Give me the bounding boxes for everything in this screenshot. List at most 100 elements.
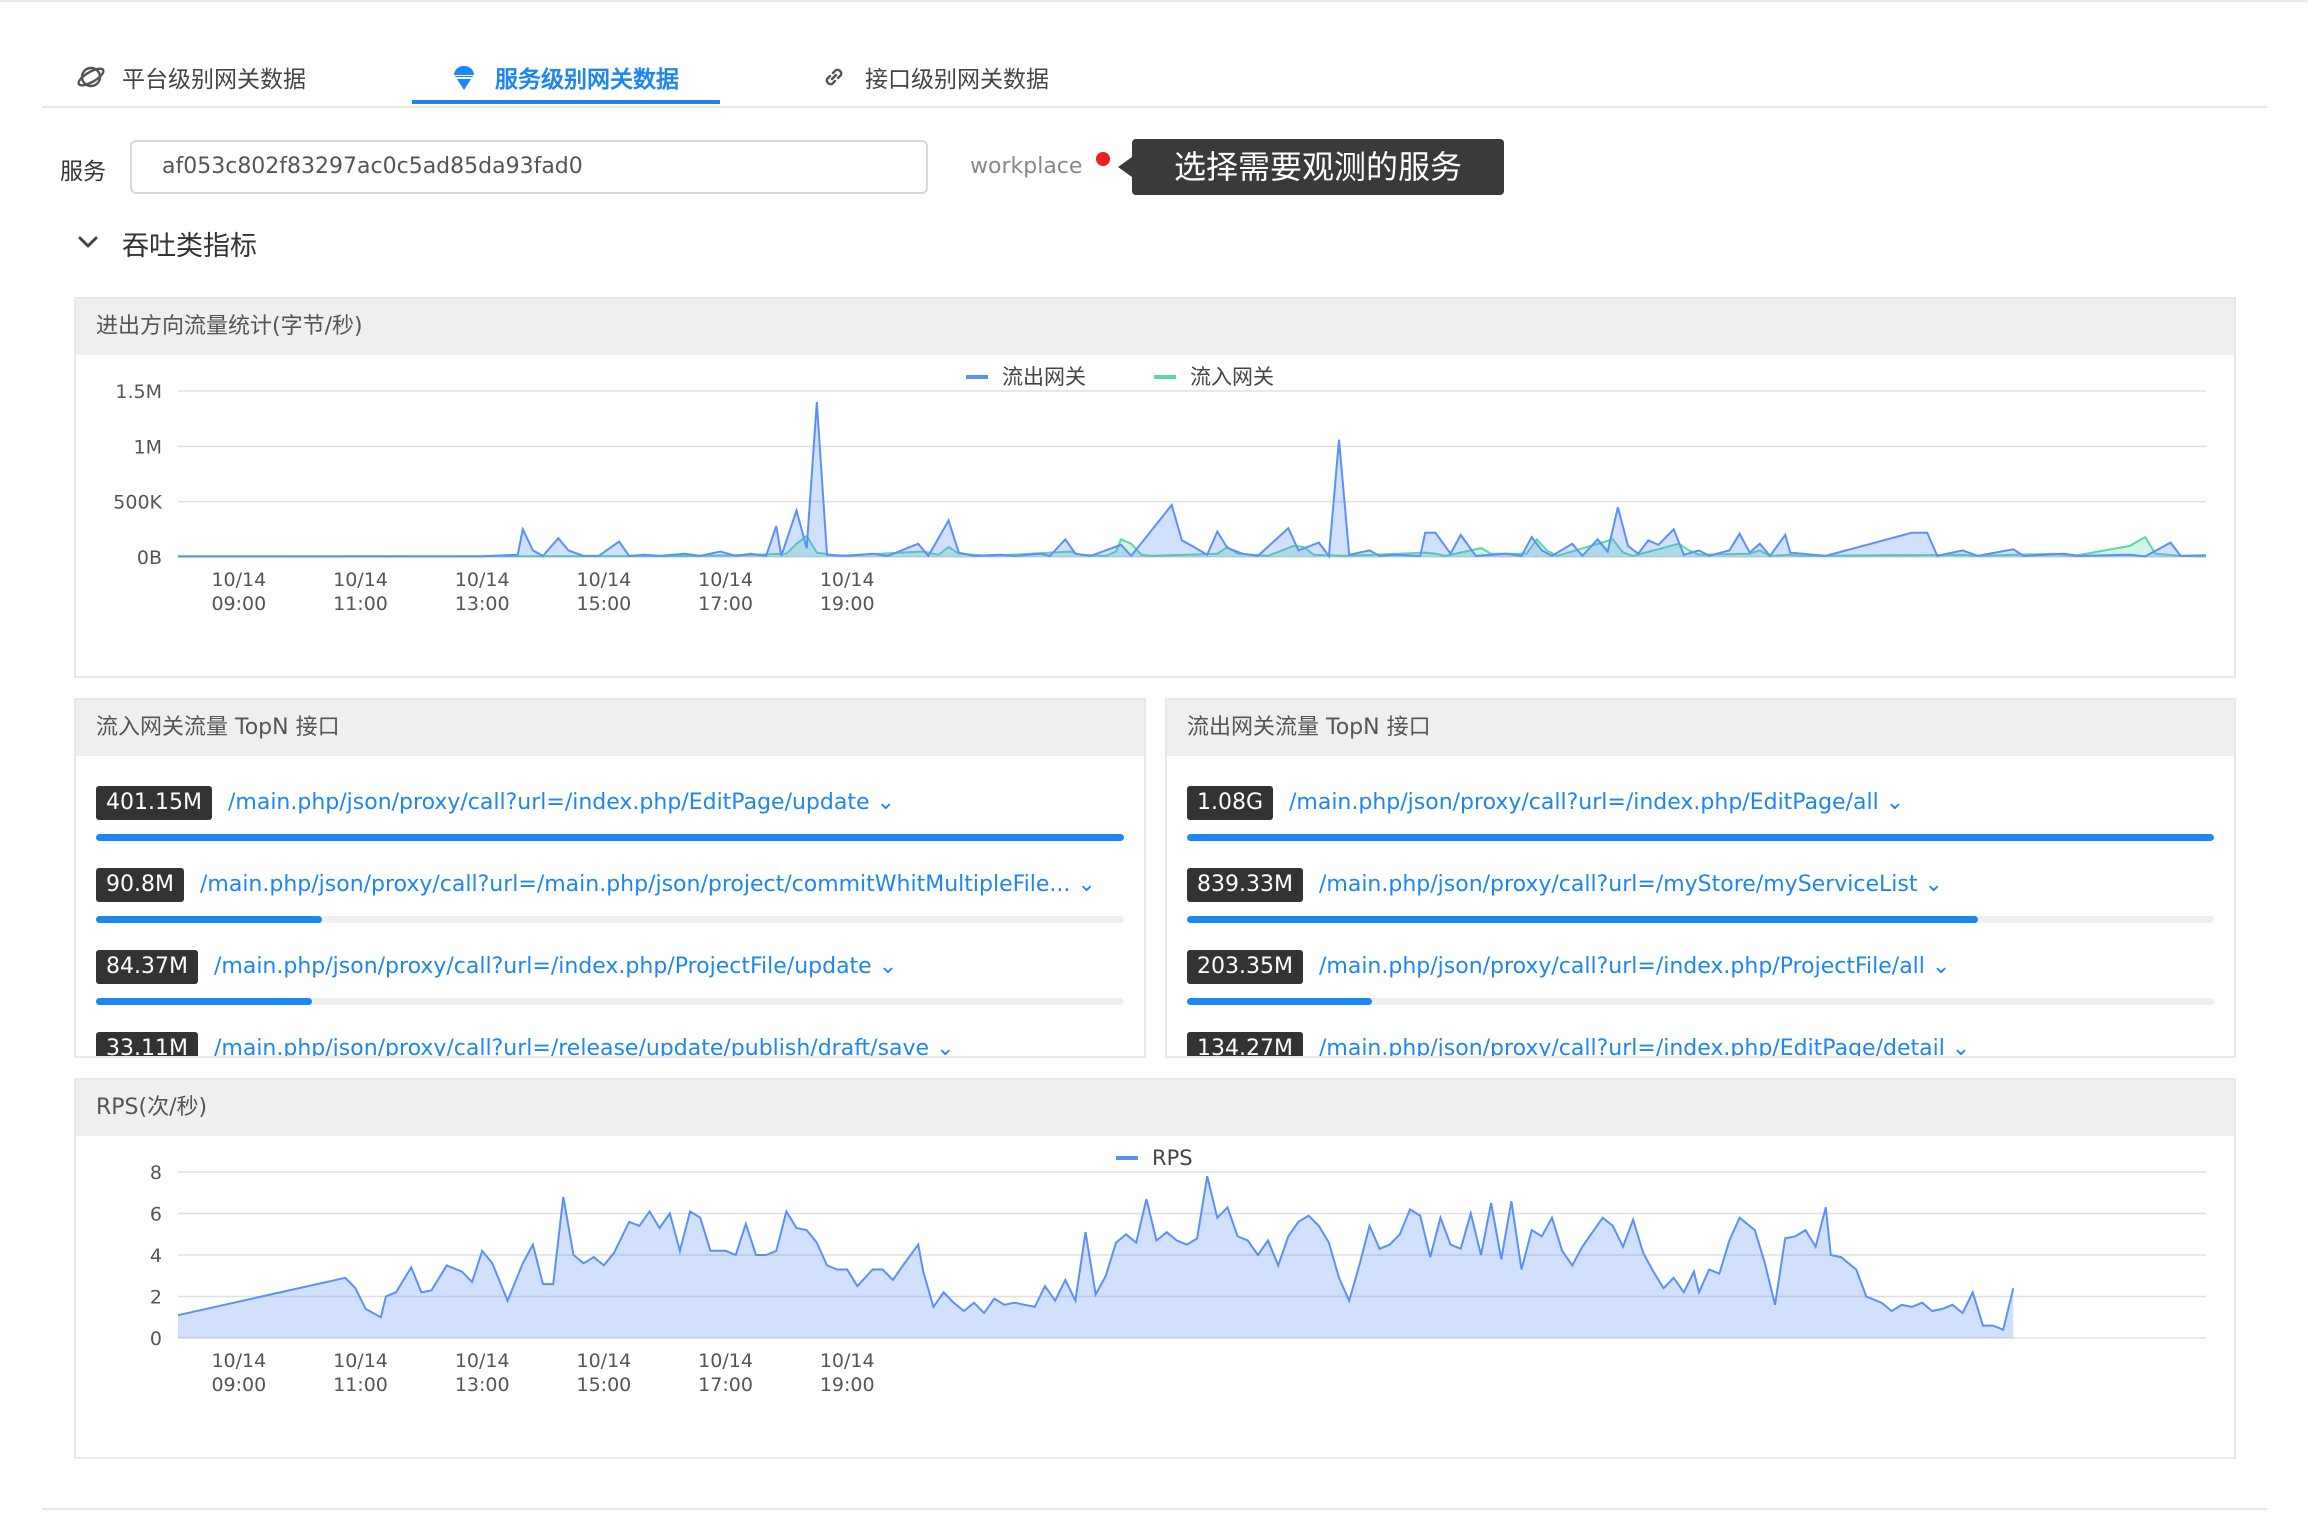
x-tick-label: 11:00 [333,1374,388,1396]
interface-path-text: /main.php/json/proxy/call?url=/index.php… [214,954,872,979]
chevron-down-icon[interactable]: ⌄ [1925,954,1950,979]
interface-path-link[interactable]: /main.php/json/proxy/call?url=/main.php/… [200,868,1096,902]
service-name: workplace [970,154,1083,179]
y-tick-label: 1.5M [115,381,162,403]
y-tick-label: 6 [150,1204,162,1226]
traffic-value-badge: 90.8M [96,868,184,902]
traffic-value-badge: 134.27M [1187,1032,1303,1056]
tab-interface[interactable]: 接口级别网关数据 [817,48,1049,106]
interface-path-link[interactable]: /main.php/json/proxy/call?url=/index.php… [214,950,897,984]
ratio-bar-track [96,834,1124,841]
x-tick-label: 10/14 [455,1350,510,1372]
traffic-chart: 0B500K1M1.5M10/1409:0010/1411:0010/1413:… [113,365,2207,615]
section-title[interactable]: 吞吐类指标 [122,224,257,263]
ratio-bar-track [1187,834,2214,841]
chevron-down-icon[interactable]: ⌄ [1917,872,1942,897]
interface-path-link[interactable]: /main.php/json/proxy/call?url=/index.php… [1319,950,1950,984]
x-tick-label: 11:00 [333,593,388,615]
legend-label[interactable]: RPS [1152,1146,1193,1170]
traffic-value-badge: 1.08G [1187,786,1274,820]
ratio-bar-fill [96,998,312,1005]
ratio-bar-fill [96,834,1124,841]
topn-item: 839.33M/main.php/json/proxy/call?url=/my… [1187,842,2214,924]
tab-platform[interactable]: 平台级别网关数据 [74,48,306,106]
active-tab-indicator [412,100,720,104]
x-tick-label: 17:00 [698,1374,753,1396]
traffic-chart-panel: 进出方向流量统计(字节/秒) 0B 500K 1M 1.5M 10/14 09:00 10/… [74,297,2236,678]
traffic-value-badge: 839.33M [1187,868,1303,902]
traffic-value-badge: 33.11M [96,1032,198,1056]
ratio-bar-fill [96,916,323,923]
topn-item: 1.08G/main.php/json/proxy/call?url=/inde… [1187,760,2214,842]
series-line [178,402,2207,559]
tab-bar: 平台级别网关数据 服务级别网关数据 接口级别网关数据 [42,48,2267,108]
service-id-input[interactable]: af053c802f83297ac0c5ad85da93fad0 [130,140,928,194]
interface-path-link[interactable]: /main.php/json/proxy/call?url=/index.php… [1289,786,1904,820]
x-tick-label: 13:00 [455,593,510,615]
x-tick-label: 09:00 [211,1374,266,1396]
topn-item: 134.27M/main.php/json/proxy/call?url=/in… [1187,1006,2214,1056]
x-tick-label: 10/14 [211,569,266,591]
ratio-bar-track [1187,998,2214,1005]
chevron-down-icon[interactable]: ⌄ [870,790,894,815]
x-tick-label: 10/14 [820,569,875,591]
x-tick-label: 09:00 [211,593,266,615]
link-icon [817,60,851,94]
service-tooltip: 选择需要观测的服务 [1118,139,1504,195]
topn-item: 90.8M/main.php/json/proxy/call?url=/main… [96,842,1124,924]
y-tick-label: 2 [150,1287,162,1309]
chevron-down-icon[interactable]: ⌄ [1879,790,1904,815]
outbound-topn-panel: 流出网关流量 TopN 接口 1.08G/main.php/json/proxy… [1165,698,2236,1058]
x-tick-label: 17:00 [698,593,753,615]
x-tick-label: 10/14 [576,569,631,591]
outbound-topn-list: 1.08G/main.php/json/proxy/call?url=/inde… [1167,760,2234,1056]
bottom-divider [42,1508,2267,1510]
x-tick-label: 10/14 [211,1350,266,1372]
panel-title: 流出网关流量 TopN 接口 [1167,700,2234,756]
y-tick-label: 500K [113,492,162,514]
x-tick-label: 19:00 [820,593,875,615]
tab-service[interactable]: 服务级别网关数据 [447,48,679,106]
ratio-bar-track [96,916,1124,923]
series-area [178,402,2206,557]
interface-path-text: /main.php/json/proxy/call?url=/index.php… [1319,954,1925,979]
ratio-bar-fill [1187,916,1978,923]
interface-path-link[interactable]: /main.php/json/proxy/call?url=/myStore/m… [1319,868,1943,902]
chevron-down-icon[interactable]: ⌄ [872,954,897,979]
x-tick-label: 10/14 [576,1350,631,1372]
top-divider [0,0,2308,2]
interface-path-link[interactable]: /main.php/json/proxy/call?url=/release/u… [214,1032,955,1056]
chevron-down-icon[interactable]: ⌄ [1070,872,1095,897]
ice-cream-icon [447,60,481,94]
panel-title: 进出方向流量统计(字节/秒) [76,299,2234,355]
x-tick-label: 10/14 [820,1350,875,1372]
traffic-value-badge: 203.35M [1187,950,1303,984]
panel-title: RPS(次/秒) [76,1080,2234,1136]
x-tick-label: 10/14 [698,1350,753,1372]
y-tick-label: 0B [137,547,162,569]
ratio-bar-fill [1187,834,2214,841]
topn-item: 33.11M/main.php/json/proxy/call?url=/rel… [96,1006,1124,1056]
chevron-down-icon[interactable]: ⌄ [929,1036,954,1056]
x-tick-label: 10/14 [698,569,753,591]
service-label: 服务 [60,159,106,185]
traffic-value-badge: 401.15M [96,786,212,820]
traffic-value-badge: 84.37M [96,950,198,984]
y-tick-label: 0 [150,1328,162,1350]
interface-path-link[interactable]: /main.php/json/proxy/call?url=/index.php… [228,786,895,820]
rps-chart: 0246810/1409:0010/1411:0010/1413:0010/14… [150,1146,2206,1396]
planet-icon [74,60,108,94]
legend-label[interactable]: 流入网关 [1190,365,1274,389]
interface-path-link[interactable]: /main.php/json/proxy/call?url=/index.php… [1319,1032,1970,1056]
x-tick-label: 13:00 [455,1374,510,1396]
legend-label[interactable]: 流出网关 [1002,365,1086,389]
x-tick-label: 15:00 [576,593,631,615]
collapse-chevron-icon[interactable] [74,228,102,256]
tab-label: 接口级别网关数据 [865,67,1049,93]
chevron-down-icon[interactable]: ⌄ [1945,1036,1970,1056]
tab-label: 平台级别网关数据 [122,67,306,93]
y-tick-label: 4 [150,1245,162,1267]
inbound-topn-panel: 流入网关流量 TopN 接口 401.15M/main.php/json/pro… [74,698,1146,1058]
interface-path-text: /main.php/json/proxy/call?url=/index.php… [228,790,870,815]
x-tick-label: 15:00 [576,1374,631,1396]
